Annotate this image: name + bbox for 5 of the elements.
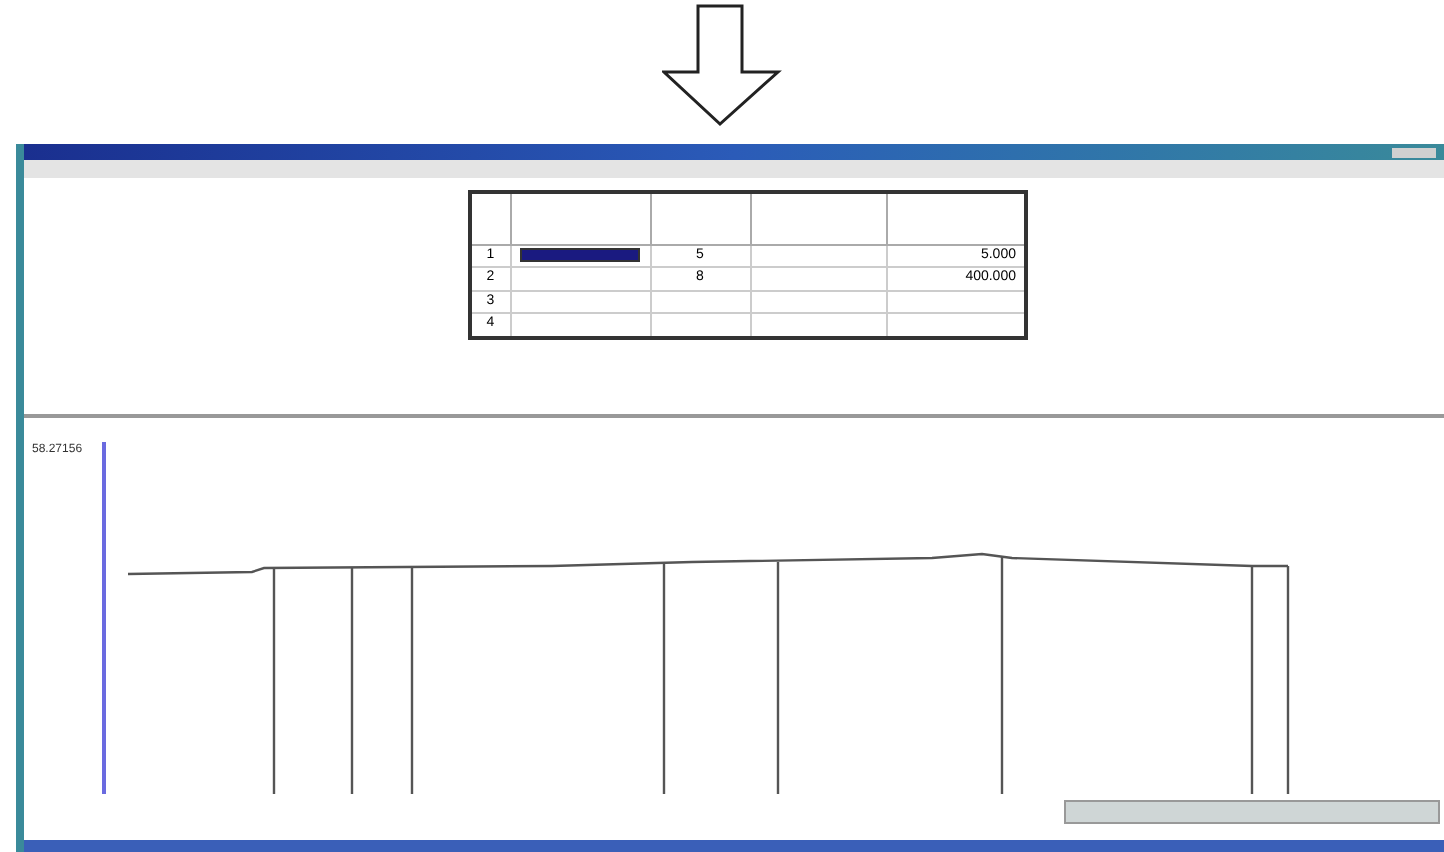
grid-cell[interactable] xyxy=(510,244,650,267)
grid-cell[interactable] xyxy=(510,267,650,290)
down-arrow-icon xyxy=(662,4,782,128)
grid-cell[interactable] xyxy=(510,290,650,313)
window-controls-icon[interactable] xyxy=(1392,147,1436,157)
